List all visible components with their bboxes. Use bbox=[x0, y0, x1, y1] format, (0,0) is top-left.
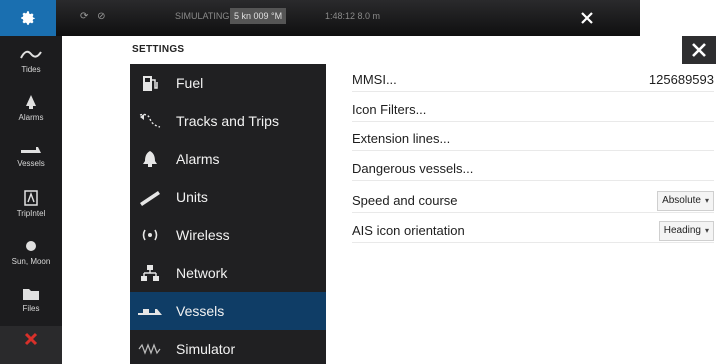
category-vessels[interactable]: Vessels bbox=[130, 292, 326, 330]
rail-item-vessels[interactable]: Vessels bbox=[0, 132, 62, 180]
ais-icon-orientation-label: AIS icon orientation bbox=[352, 223, 465, 238]
mmsi-label: MMSI... bbox=[352, 72, 397, 87]
settings-category-list: Fuel Tracks and Trips Alarms Units Wirel… bbox=[130, 64, 326, 364]
speed-and-course-label: Speed and course bbox=[352, 193, 458, 208]
alarm-bell-icon bbox=[130, 140, 170, 178]
category-simulator[interactable]: Simulator bbox=[130, 330, 326, 364]
category-label: Tracks and Trips bbox=[176, 113, 279, 129]
dropdown-value: Absolute bbox=[662, 195, 701, 206]
icon-filters-row[interactable]: Icon Filters... bbox=[352, 98, 714, 122]
category-wireless[interactable]: Wireless bbox=[130, 216, 326, 254]
settings-close-button[interactable] bbox=[682, 36, 716, 64]
vessels-icon bbox=[130, 292, 170, 330]
rail-item-sun-moon[interactable]: Sun, Moon bbox=[0, 228, 62, 276]
chevron-down-icon: ▾ bbox=[704, 196, 709, 205]
network-icon bbox=[130, 254, 170, 292]
tripintel-icon bbox=[24, 190, 38, 206]
mmsi-row[interactable]: MMSI... 125689593 bbox=[352, 68, 714, 92]
dropdown-value: Heading bbox=[663, 225, 701, 236]
settings-dialog: SETTINGS Fuel Tracks and Trips Alarms Un… bbox=[122, 36, 721, 364]
category-network[interactable]: Network bbox=[130, 254, 326, 292]
status-indicators: ⟳ ⊘ bbox=[80, 11, 109, 22]
status-bar: ⟳ ⊘ SIMULATING 5 kn 009 °M 1:48:12 8.0 m bbox=[0, 0, 721, 36]
simulating-label: SIMULATING bbox=[175, 11, 230, 21]
speed-and-course-row: Speed and course Absolute ▾ bbox=[352, 189, 714, 213]
category-label: Vessels bbox=[176, 303, 225, 319]
app-rail: Tides Alarms Vessels TripIntel Sun, Moon… bbox=[0, 36, 62, 364]
category-label: Alarms bbox=[176, 151, 220, 167]
dangerous-vessels-label: Dangerous vessels... bbox=[352, 161, 474, 176]
rail-item-label: Vessels bbox=[17, 159, 45, 168]
category-label: Units bbox=[176, 189, 208, 205]
alarm-icon bbox=[26, 95, 36, 109]
tracks-icon bbox=[130, 102, 170, 140]
rail-item-alarms[interactable]: Alarms bbox=[0, 84, 62, 132]
close-icon bbox=[692, 43, 706, 57]
folder-icon bbox=[23, 289, 39, 300]
ais-icon-orientation-row: AIS icon orientation Heading ▾ bbox=[352, 219, 714, 243]
speed-heading-readout: 5 kn 009 °M bbox=[230, 8, 287, 24]
extension-lines-row[interactable]: Extension lines... bbox=[352, 127, 714, 151]
rail-item-label: Tides bbox=[21, 65, 41, 74]
settings-gear-button[interactable] bbox=[0, 0, 56, 36]
ruler-icon bbox=[130, 178, 170, 216]
dangerous-vessels-row[interactable]: Dangerous vessels... bbox=[352, 157, 714, 181]
rail-item-tripintel[interactable]: TripIntel bbox=[0, 180, 62, 228]
vessel-icon bbox=[21, 147, 41, 153]
rail-item-label: Files bbox=[22, 304, 40, 313]
rail-item-label: Alarms bbox=[18, 113, 44, 122]
chevron-down-icon: ▾ bbox=[704, 226, 709, 235]
mmsi-value: 125689593 bbox=[648, 72, 714, 87]
speed-and-course-dropdown[interactable]: Absolute ▾ bbox=[657, 190, 714, 211]
icon-filters-label: Icon Filters... bbox=[352, 102, 427, 117]
rail-item-label: TripIntel bbox=[16, 209, 46, 218]
tides-icon bbox=[20, 50, 42, 59]
rail-item-tides[interactable]: Tides bbox=[0, 36, 62, 84]
gear-icon bbox=[21, 11, 35, 25]
sun-moon-icon bbox=[26, 241, 36, 251]
rail-item-label: Sun, Moon bbox=[11, 257, 51, 266]
category-label: Fuel bbox=[176, 75, 204, 91]
rail-item-files[interactable]: Files bbox=[0, 276, 62, 324]
close-icon bbox=[581, 12, 593, 24]
category-units[interactable]: Units bbox=[130, 178, 326, 216]
rail-bottom-panel bbox=[0, 326, 62, 364]
wireless-icon bbox=[130, 216, 170, 254]
category-alarms[interactable]: Alarms bbox=[130, 140, 326, 178]
alert-icon[interactable] bbox=[24, 332, 38, 346]
time-depth-readout: 1:48:12 8.0 m bbox=[325, 11, 381, 21]
category-label: Wireless bbox=[176, 227, 230, 243]
category-fuel[interactable]: Fuel bbox=[130, 64, 326, 102]
fuel-icon bbox=[130, 64, 170, 102]
category-label: Network bbox=[176, 265, 228, 281]
ais-icon-orientation-dropdown[interactable]: Heading ▾ bbox=[658, 220, 714, 241]
extension-lines-label: Extension lines... bbox=[352, 131, 451, 146]
settings-title: SETTINGS bbox=[132, 44, 185, 55]
simulator-icon bbox=[130, 330, 170, 364]
category-tracks-and-trips[interactable]: Tracks and Trips bbox=[130, 102, 326, 140]
category-label: Simulator bbox=[176, 341, 236, 357]
close-button[interactable] bbox=[577, 8, 597, 28]
